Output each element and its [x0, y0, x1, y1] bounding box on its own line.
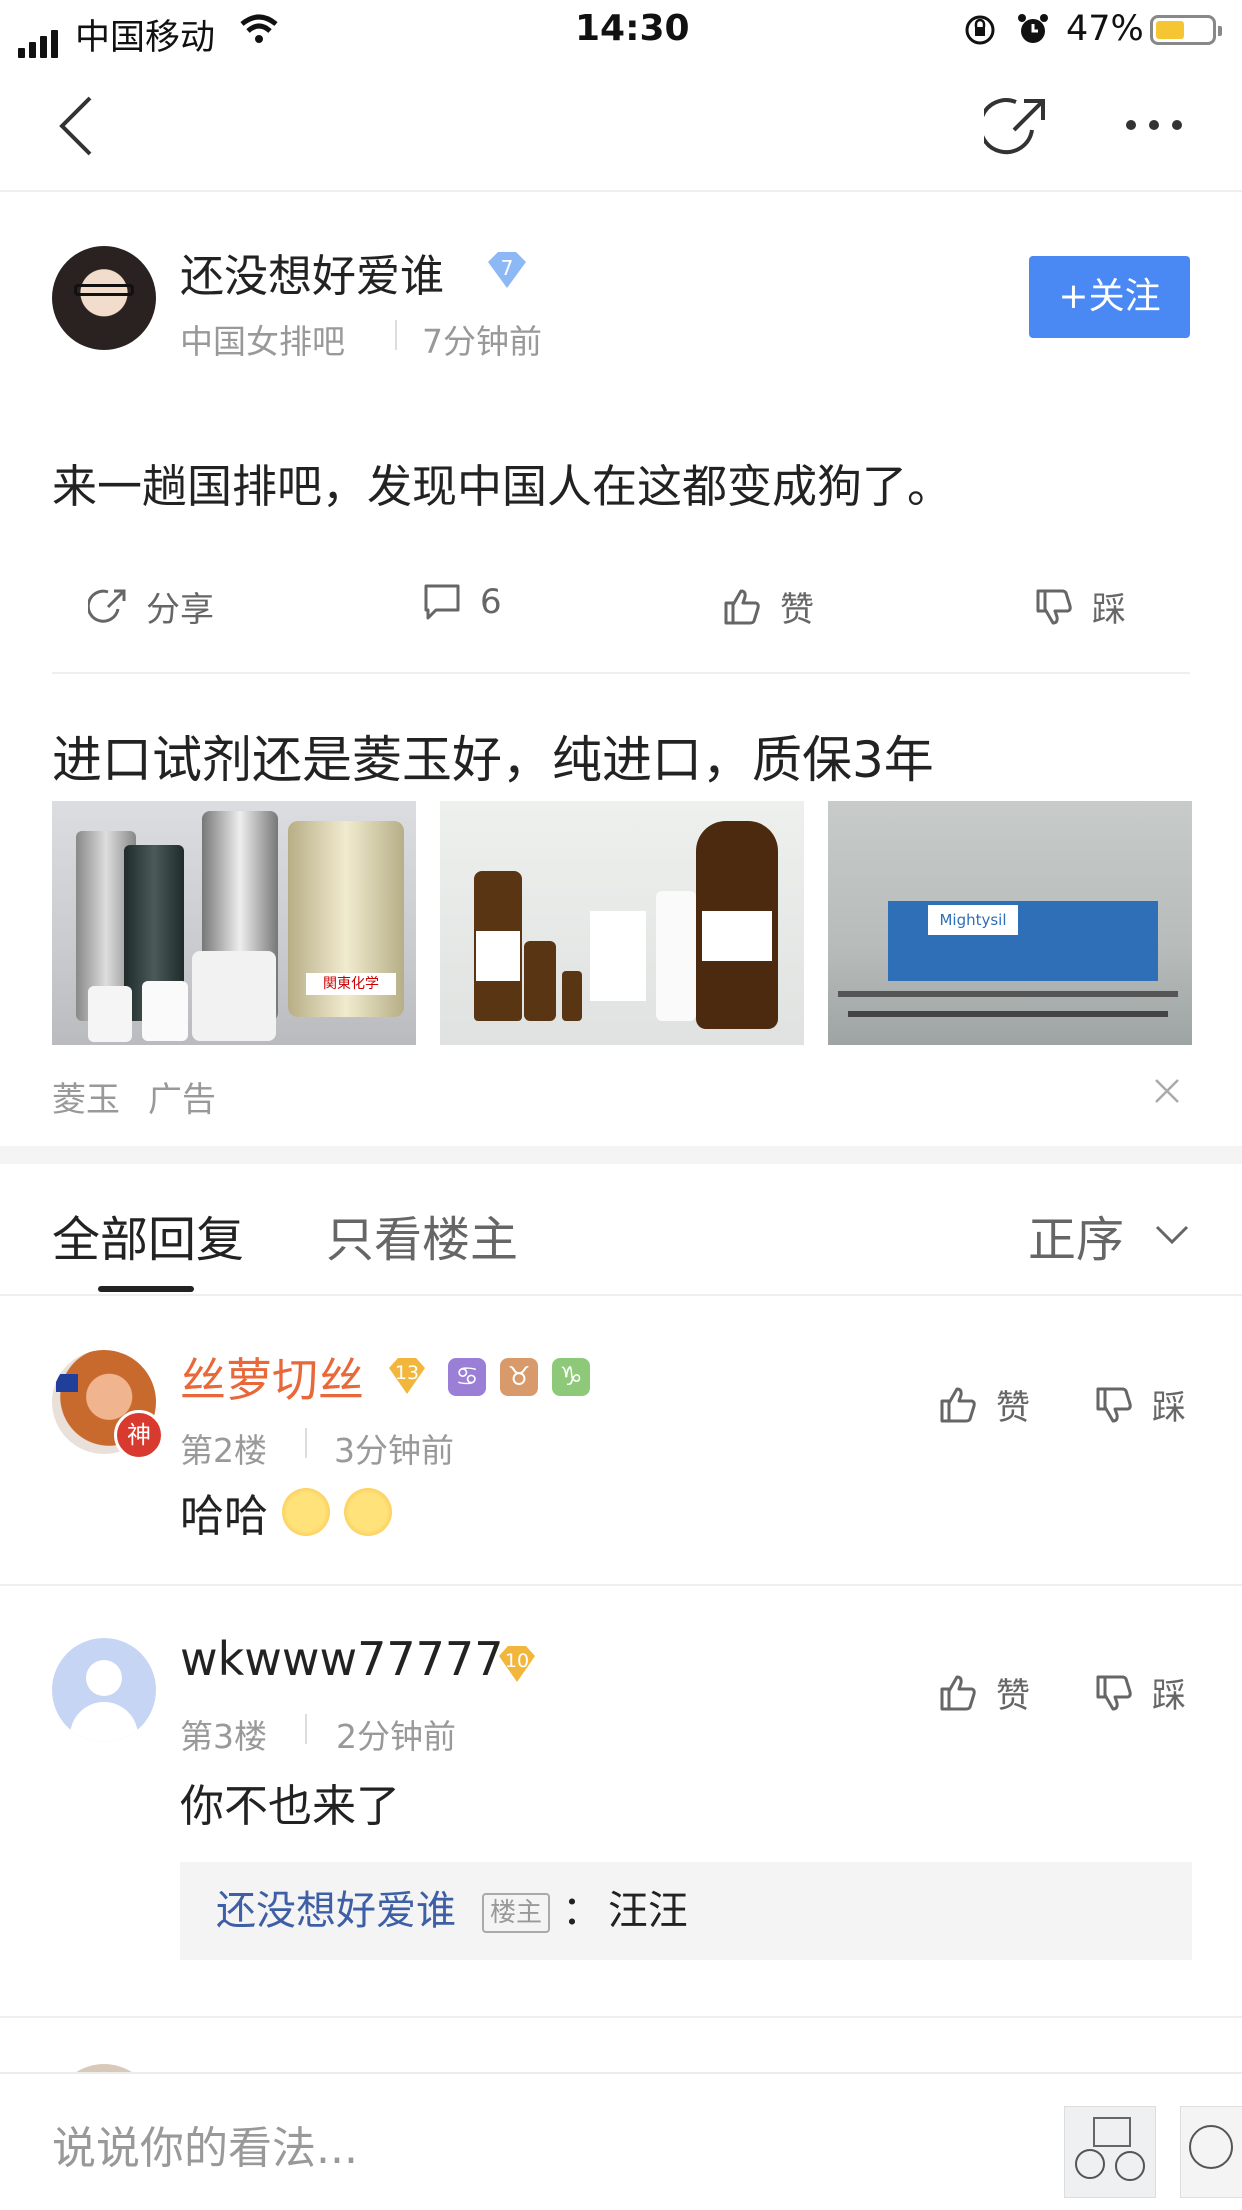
ad-image-1[interactable]: 関東化学: [52, 801, 416, 1045]
status-bar: 中国移动 14:30 47%: [0, 0, 1242, 62]
alarm-icon: [1018, 14, 1048, 43]
author-level: 7: [500, 256, 514, 280]
share-action[interactable]: 分享: [88, 582, 214, 631]
comment-count: 6: [480, 582, 502, 622]
battery-percent: 47%: [1066, 9, 1144, 49]
taurus-zodiac-icon: ♉: [500, 1358, 538, 1396]
back-arrow-icon[interactable]: [56, 94, 96, 158]
sticker-thumbnail[interactable]: [1180, 2106, 1242, 2198]
reply-divider: [0, 2016, 1242, 2018]
reply-time: 3分钟前: [334, 1431, 454, 1470]
share-action-icon: [88, 589, 126, 623]
reply-level: 10: [504, 1650, 530, 1672]
actions-divider: [52, 672, 1190, 674]
author-name[interactable]: 还没想好爱谁: [180, 240, 444, 304]
ad-image-1-label: 関東化学: [306, 973, 396, 995]
like-label: 赞: [780, 590, 814, 630]
like-action[interactable]: 赞: [722, 582, 814, 631]
god-badge: 神: [114, 1410, 164, 1460]
tabs-divider: [0, 1294, 1242, 1296]
sort-dropdown[interactable]: 正序: [1028, 1200, 1190, 1270]
tab-indicator: [98, 1286, 194, 1292]
nav-divider: [0, 190, 1242, 192]
reply-floor: 第3楼: [180, 1717, 267, 1756]
orientation-lock-icon: [965, 15, 995, 45]
ad-image-2[interactable]: [440, 801, 804, 1045]
sort-label: 正序: [1028, 1212, 1125, 1268]
dislike-action[interactable]: 踩: [1034, 582, 1126, 631]
meta-separator: [305, 1714, 307, 1744]
ad-title[interactable]: 进口试剂还是菱玉好，纯进口，质保3年: [52, 720, 934, 792]
reply-content: 哈哈: [180, 1480, 392, 1544]
sub-reply-text: 汪汪: [608, 1888, 688, 1934]
reply-like[interactable]: 赞: [938, 1380, 1030, 1429]
reply-avatar[interactable]: [52, 1638, 156, 1742]
comment-input[interactable]: 说说你的看法...: [52, 2112, 358, 2176]
follow-button[interactable]: +关注: [1029, 256, 1190, 338]
ad-tag: 广告: [148, 1080, 216, 1120]
tab-op-only[interactable]: 只看楼主: [326, 1200, 518, 1270]
author-avatar[interactable]: [52, 246, 156, 350]
reply-time: 2分钟前: [336, 1717, 456, 1756]
thumbs-up-icon: [940, 1387, 976, 1422]
tab-all-replies[interactable]: 全部回复: [52, 1200, 244, 1270]
dislike-label: 踩: [1092, 590, 1126, 630]
laugh-emoji-icon: [282, 1488, 330, 1536]
cancer-zodiac-icon: ♋: [448, 1358, 486, 1396]
reply-floor: 第2楼: [180, 1431, 267, 1470]
chevron-down-icon: [1155, 1225, 1189, 1245]
post-content: 来一趟国排吧，发现中国人在这都变成狗了。: [52, 460, 953, 513]
reply-like[interactable]: 赞: [938, 1668, 1030, 1717]
laugh-emoji-icon: [344, 1488, 392, 1536]
sub-reply-author[interactable]: 还没想好爱谁: [216, 1862, 456, 1960]
dislike-label: 踩: [1152, 1388, 1186, 1428]
op-tag: 楼主: [482, 1893, 551, 1933]
thumbs-down-icon: [1036, 589, 1072, 624]
level-diamond-icon: 7: [484, 250, 530, 290]
reply-dislike[interactable]: 踩: [1094, 1668, 1186, 1717]
signal-icon: [18, 18, 62, 58]
thumbs-up-icon: [724, 589, 760, 624]
level-badge-icon: 10: [496, 1644, 538, 1684]
forum-name[interactable]: 中国女排吧: [180, 315, 345, 363]
ad-image-3-label: Mightysil: [928, 905, 1018, 935]
thumbs-up-icon: [940, 1675, 976, 1710]
dislike-label: 踩: [1152, 1676, 1186, 1716]
reply-level: 13: [394, 1362, 420, 1384]
carrier-name: 中国移动: [75, 18, 216, 58]
thumbs-down-icon: [1096, 1387, 1132, 1422]
wifi-icon: [240, 14, 278, 43]
ad-brand: 菱玉: [52, 1080, 120, 1120]
sub-reply-colon: ：: [562, 1888, 602, 1934]
like-label: 赞: [996, 1388, 1030, 1428]
section-divider: [0, 1146, 1242, 1164]
comment-action[interactable]: 6: [422, 582, 502, 622]
reply-text: 你不也来了: [180, 1781, 400, 1832]
thumbs-down-icon: [1096, 1675, 1132, 1710]
like-label: 赞: [996, 1676, 1030, 1716]
level-badge-icon: 13: [386, 1356, 428, 1396]
share-label: 分享: [146, 590, 214, 630]
more-icon[interactable]: [1124, 118, 1184, 132]
capricorn-zodiac-icon: ♑: [552, 1358, 590, 1396]
clock: 14:30: [575, 8, 690, 49]
reply-divider: [0, 1584, 1242, 1586]
meta-separator: [395, 320, 397, 350]
close-icon[interactable]: [1154, 1078, 1180, 1104]
sub-reply[interactable]: 还没想好爱谁 楼主 ： 汪汪: [180, 1862, 1192, 1960]
post-time: 7分钟前: [422, 322, 542, 361]
sticker-thumbnail[interactable]: [1064, 2106, 1156, 2198]
reply-username[interactable]: wkwww77777: [180, 1632, 503, 1686]
reply-text: 哈哈: [180, 1491, 268, 1542]
battery-icon: [1150, 15, 1222, 45]
reply-username[interactable]: 丝萝切丝: [180, 1344, 364, 1410]
ad-image-3[interactable]: Mightysil: [828, 801, 1192, 1045]
meta-separator: [305, 1428, 307, 1458]
share-icon[interactable]: [984, 96, 1048, 160]
comment-icon: [424, 584, 460, 620]
reply-dislike[interactable]: 踩: [1094, 1380, 1186, 1429]
